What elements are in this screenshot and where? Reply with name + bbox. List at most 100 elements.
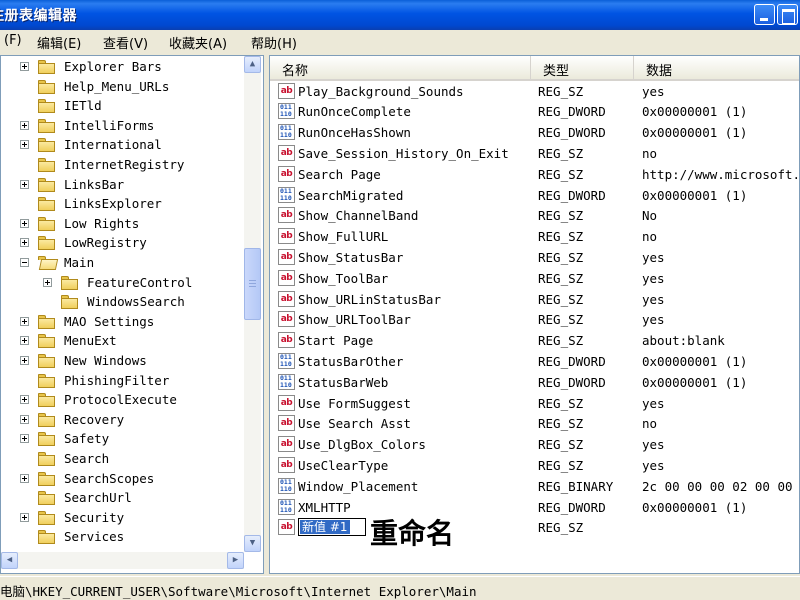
value-data: 0x00000001 (1)	[642, 187, 748, 203]
expand-icon[interactable]	[43, 277, 52, 287]
value-row[interactable]: ab Show_ToolBar REG_SZ yes	[270, 268, 799, 289]
menu-edit[interactable]: 编辑(E)	[37, 33, 81, 52]
value-name: Show_URLToolBar	[298, 312, 411, 328]
column-header-data[interactable]: 数据	[634, 56, 799, 81]
status-bar: 电脑\HKEY_CURRENT_USER\Software\Microsoft\…	[0, 576, 800, 600]
expand-icon[interactable]	[20, 356, 29, 365]
value-row[interactable]: 011 110 RunOnceComplete REG_DWORD 0x0000000…	[270, 101, 799, 122]
column-header-type[interactable]: 类型	[531, 56, 634, 81]
value-row[interactable]: ab Show_StatusBar REG_SZ yes	[270, 247, 799, 268]
scroll-down-icon[interactable]: ▼	[244, 535, 261, 552]
value-type: REG_DWORD	[538, 353, 606, 369]
menu-favorites[interactable]: 收藏夹(A)	[169, 33, 227, 52]
menu-view[interactable]: 查看(V)	[103, 33, 148, 52]
value-row[interactable]: 011 110 Window_Placement REG_BINARY 2c 00 0…	[270, 476, 800, 497]
tree-item-label: Main	[64, 255, 95, 270]
value-type: REG_DWORD	[538, 187, 606, 203]
value-data: yes	[642, 312, 665, 328]
value-row[interactable]: ab Show_FullURL REG_SZ no	[270, 226, 799, 247]
value-type: REG_SZ	[538, 83, 584, 99]
menu-help[interactable]: 帮助(H)	[251, 33, 297, 52]
value-row[interactable]: 011 110 RunOnceHasShown REG_DWORD 0x0000000…	[270, 122, 799, 143]
value-type: REG_SZ	[538, 145, 584, 161]
values-list[interactable]: 名称 类型 数据 ab Play_Background_Sounds REG_SZ y…	[269, 55, 800, 574]
binary-value-icon: 011 110	[278, 373, 295, 390]
value-row[interactable]: 011 110 XMLHTTP REG_DWORD 0x00000001 (1)	[270, 497, 799, 518]
value-type: REG_SZ	[538, 208, 584, 224]
expand-icon[interactable]	[20, 395, 29, 405]
value-row[interactable]: ab Save_Session_History_On_Exit REG_SZ no	[270, 143, 799, 164]
tree-horizontal-scrollbar[interactable]: ◀ ▶	[1, 552, 244, 569]
value-data: yes	[642, 83, 665, 99]
value-type: REG_DWORD	[538, 499, 606, 515]
value-row[interactable]: 011 110 StatusBarOther REG_DWORD 0x00000001…	[270, 351, 799, 372]
expand-icon[interactable]	[20, 434, 29, 444]
maximize-button[interactable]	[777, 4, 798, 25]
collapse-icon[interactable]	[20, 258, 29, 267]
expand-icon[interactable]	[20, 336, 29, 346]
expand-icon[interactable]	[20, 62, 29, 71]
scroll-right-icon[interactable]: ▶	[227, 552, 244, 569]
expand-icon[interactable]	[20, 316, 29, 326]
tree-item-label: Search	[64, 451, 110, 466]
value-name: Start Page	[298, 333, 374, 349]
folder-icon	[38, 216, 56, 231]
string-value-icon: ab	[278, 290, 295, 307]
value-row[interactable]: ab UseClearType REG_SZ yes	[270, 455, 799, 476]
string-value-icon: ab	[278, 207, 295, 224]
scroll-up-icon[interactable]: ▲	[244, 56, 261, 73]
registry-tree[interactable]: Explorer Bars Help_Menu_URLs IETld IntelliF…	[0, 55, 264, 574]
folder-icon	[38, 334, 56, 349]
value-row[interactable]: ab Search Page REG_SZ http://www.microsoft.…	[270, 164, 799, 185]
scroll-left-icon[interactable]: ◀	[1, 552, 18, 569]
folder-icon	[38, 118, 56, 133]
value-name: RunOnceComplete	[298, 104, 411, 120]
value-row[interactable]: ab Show_URLinStatusBar REG_SZ yes	[270, 289, 799, 310]
folder-icon	[38, 60, 56, 74]
folder-icon	[38, 491, 56, 506]
string-value-icon: ab	[278, 311, 295, 328]
expand-icon[interactable]	[20, 120, 29, 130]
rename-input[interactable]: 新值 #1	[298, 518, 366, 536]
value-row[interactable]: ab Use Search Asst REG_SZ no	[270, 413, 799, 434]
expand-icon[interactable]	[20, 473, 29, 483]
tree-item-label: Explorer Bars	[64, 59, 162, 74]
expand-icon[interactable]	[20, 512, 29, 522]
tree-vertical-scrollbar[interactable]: ▲ ▼	[244, 56, 261, 552]
value-data: no	[642, 229, 658, 245]
expand-icon[interactable]	[20, 179, 29, 189]
expand-icon[interactable]	[20, 414, 29, 424]
value-row[interactable]: 011 110 SearchMigrated REG_DWORD 0x00000001…	[270, 185, 799, 206]
expand-icon[interactable]	[20, 140, 29, 150]
expand-icon[interactable]	[20, 218, 29, 228]
column-header-name[interactable]: 名称	[270, 56, 531, 81]
string-value-icon: ab	[278, 248, 295, 265]
value-data: yes	[642, 249, 665, 265]
value-row[interactable]: ab Start Page REG_SZ about:blank	[270, 330, 799, 351]
menu-file[interactable]: (F)	[4, 33, 22, 48]
value-data: 2c 00 00 00 02 00 00 0	[642, 478, 800, 494]
value-row[interactable]: ab Use_DlgBox_Colors REG_SZ yes	[270, 434, 799, 455]
value-row[interactable]: ab Play_Background_Sounds REG_SZ yes	[270, 81, 799, 102]
scroll-thumb[interactable]	[244, 248, 261, 320]
expand-icon[interactable]	[20, 238, 29, 248]
folder-icon	[38, 197, 56, 212]
folder-icon	[38, 471, 56, 486]
tree-item-label: PhishingFilter	[64, 372, 170, 388]
value-row[interactable]: ab Show_ChannelBand REG_SZ No	[270, 205, 799, 226]
binary-value-icon: 011 110	[278, 103, 295, 120]
value-row[interactable]: ab Show_URLToolBar REG_SZ yes	[270, 309, 799, 330]
value-row[interactable]: 011 110 StatusBarWeb REG_DWORD 0x00000001 (…	[270, 372, 799, 393]
tree-item-label: MenuExt	[64, 333, 117, 349]
value-row[interactable]: ab Use FormSuggest REG_SZ yes	[270, 393, 799, 414]
value-name: Use FormSuggest	[298, 395, 411, 411]
tree-item-label: New Windows	[64, 353, 147, 368]
window-title: 注册表编辑器	[0, 8, 77, 24]
new-value-row[interactable]: ab 新值 #1 重命名 REG_SZ	[270, 517, 799, 550]
rename-input-selection: 新值 #1	[300, 520, 350, 534]
binary-value-icon: 011 110	[278, 498, 295, 515]
tree-item-label: InternetRegistry	[64, 157, 185, 172]
tree-item-label: LowRegistry	[64, 235, 147, 251]
string-value-icon: ab	[278, 394, 295, 411]
minimize-button[interactable]	[754, 4, 775, 25]
